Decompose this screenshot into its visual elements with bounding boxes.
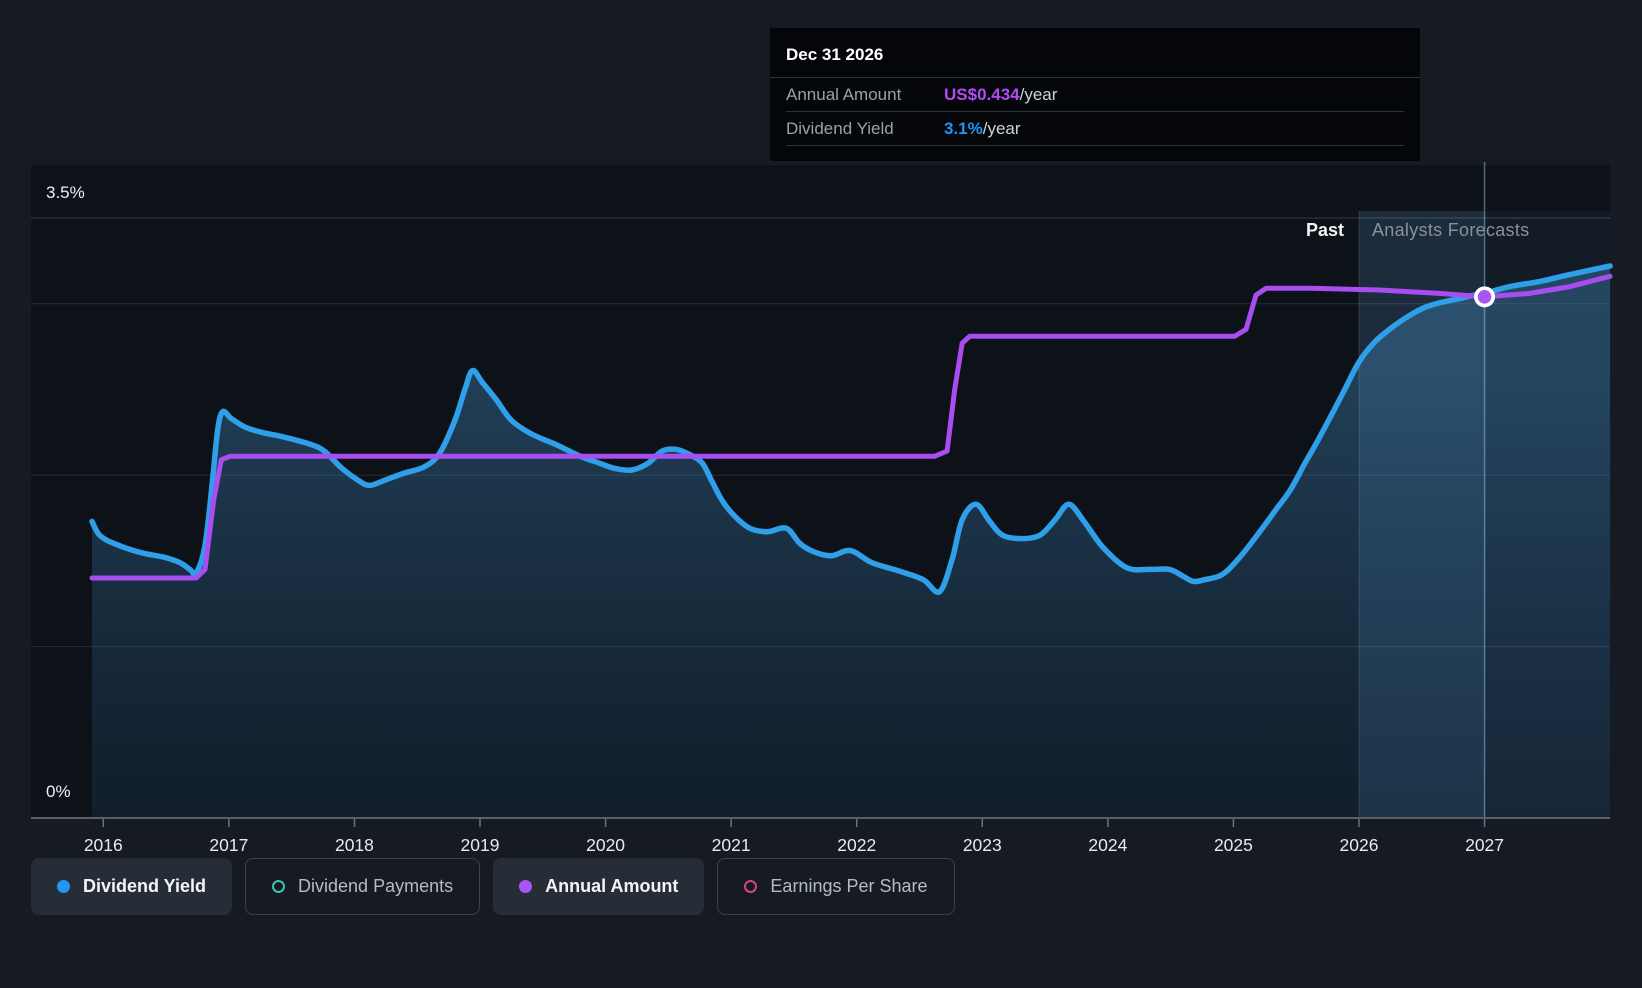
- x-tick-label: 2025: [1214, 835, 1253, 855]
- y-axis-min-label: 0%: [46, 782, 71, 801]
- x-tick-label: 2027: [1465, 835, 1504, 855]
- legend-toggle-dividend-payments[interactable]: Dividend Payments: [245, 858, 481, 915]
- tooltip-value: US$0.434: [944, 84, 1020, 104]
- x-tick-label: 2024: [1088, 835, 1127, 855]
- legend-label: Dividend Payments: [298, 876, 454, 896]
- dividend-chart-page: 2016 2017 2018 2019 2020 2021 2022 2023 2024 2025…: [0, 0, 1642, 988]
- tooltip-value: 3.1%: [944, 118, 983, 138]
- tooltip-row-annual-amount: Annual Amount US$0.434/year: [786, 78, 1404, 112]
- annual-amount-dot-icon: [519, 880, 533, 893]
- tooltip-label: Annual Amount: [786, 84, 902, 104]
- chart-tooltip: Dec 31 2026 Annual Amount US$0.434/year …: [770, 28, 1420, 161]
- legend-label: Annual Amount: [545, 876, 679, 896]
- x-tick-label: 2020: [586, 835, 625, 855]
- x-tick-label: 2021: [712, 835, 751, 855]
- x-tick-label: 2022: [837, 835, 876, 855]
- tooltip-date: Dec 31 2026: [770, 28, 1420, 78]
- selected-point-dot[interactable]: [1477, 290, 1492, 304]
- tooltip-value-suffix: /year: [982, 118, 1021, 138]
- legend-label: Earnings Per Share: [770, 876, 928, 896]
- x-tick-label: 2016: [84, 835, 123, 855]
- dividend-yield-dot-icon: [57, 880, 70, 893]
- earnings-per-share-ring-icon: [744, 880, 758, 893]
- legend-toggle-earnings-per-share[interactable]: Earnings Per Share: [717, 858, 955, 915]
- legend-label: Dividend Yield: [83, 876, 207, 896]
- x-tick-label: 2017: [209, 835, 248, 855]
- legend-toggle-dividend-yield[interactable]: Dividend Yield: [31, 858, 233, 915]
- tooltip-value-suffix: /year: [1019, 84, 1058, 104]
- x-tick-label: 2018: [335, 835, 374, 855]
- x-tick-label: 2026: [1340, 835, 1379, 855]
- chart-legend: Dividend Yield Dividend Payments Annual …: [31, 858, 955, 915]
- legend-toggle-annual-amount[interactable]: Annual Amount: [493, 858, 705, 915]
- x-tick-label: 2019: [461, 835, 500, 855]
- forecast-region-label: Analysts Forecasts: [1372, 220, 1530, 240]
- y-axis-max-label: 3.5%: [46, 183, 85, 202]
- x-tick-label: 2023: [963, 835, 1002, 855]
- tooltip-label: Dividend Yield: [786, 118, 894, 138]
- past-region-label: Past: [1305, 220, 1344, 240]
- tooltip-row-dividend-yield: Dividend Yield 3.1%/year: [786, 112, 1404, 146]
- dividend-payments-ring-icon: [272, 880, 286, 893]
